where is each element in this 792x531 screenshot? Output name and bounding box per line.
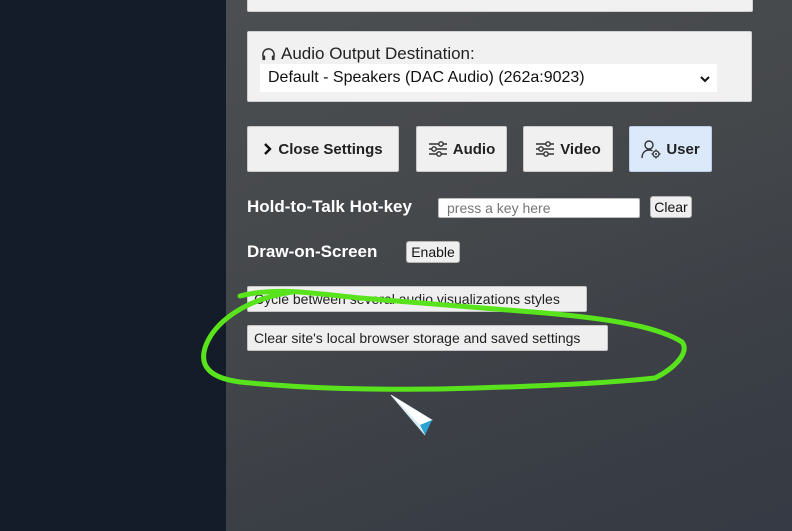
audio-output-select[interactable]: Default - Speakers (DAC Audio) (262a:902… [260,64,717,92]
video-settings-label: Video [560,140,601,158]
sliders-icon [428,141,448,157]
audio-output-label: Audio Output Destination: [281,44,475,63]
left-panel [0,0,226,531]
close-settings-label: Close Settings [278,140,383,158]
chevron-right-icon [263,142,273,156]
user-settings-label: User [666,140,700,158]
chevron-down-icon [699,72,711,90]
audio-output-label-row: Audio Output Destination: [261,44,475,64]
hotkey-label: Hold-to-Talk Hot-key [247,197,412,216]
hotkey-clear-button[interactable]: Clear [650,196,692,218]
draw-on-screen-label: Draw-on-Screen [247,242,378,261]
clear-storage-button[interactable]: Clear site's local browser storage and s… [247,325,608,351]
headphones-icon [261,47,276,62]
hotkey-input[interactable]: press a key here [438,198,640,218]
video-settings-button[interactable]: Video [523,126,613,172]
draw-enable-button[interactable]: Enable [406,241,460,263]
sliders-icon [535,141,555,157]
audio-settings-label: Audio [452,140,496,158]
close-settings-button[interactable]: Close Settings [247,126,399,172]
previous-settings-card [247,0,753,12]
audio-output-selected-value: Default - Speakers (DAC Audio) (262a:902… [268,69,585,86]
user-gear-icon [641,139,661,159]
pointer-cursor-icon [388,392,436,443]
audio-output-card: Audio Output Destination: Default - Spea… [247,31,752,102]
hotkey-input-placeholder: press a key here [447,200,551,216]
screen: Audio Output Destination: Default - Spea… [0,0,792,531]
audio-settings-button[interactable]: Audio [416,126,507,172]
cycle-visualizations-button[interactable]: Cycle between several audio visualizatio… [247,286,587,312]
user-settings-button[interactable]: User [629,126,712,172]
